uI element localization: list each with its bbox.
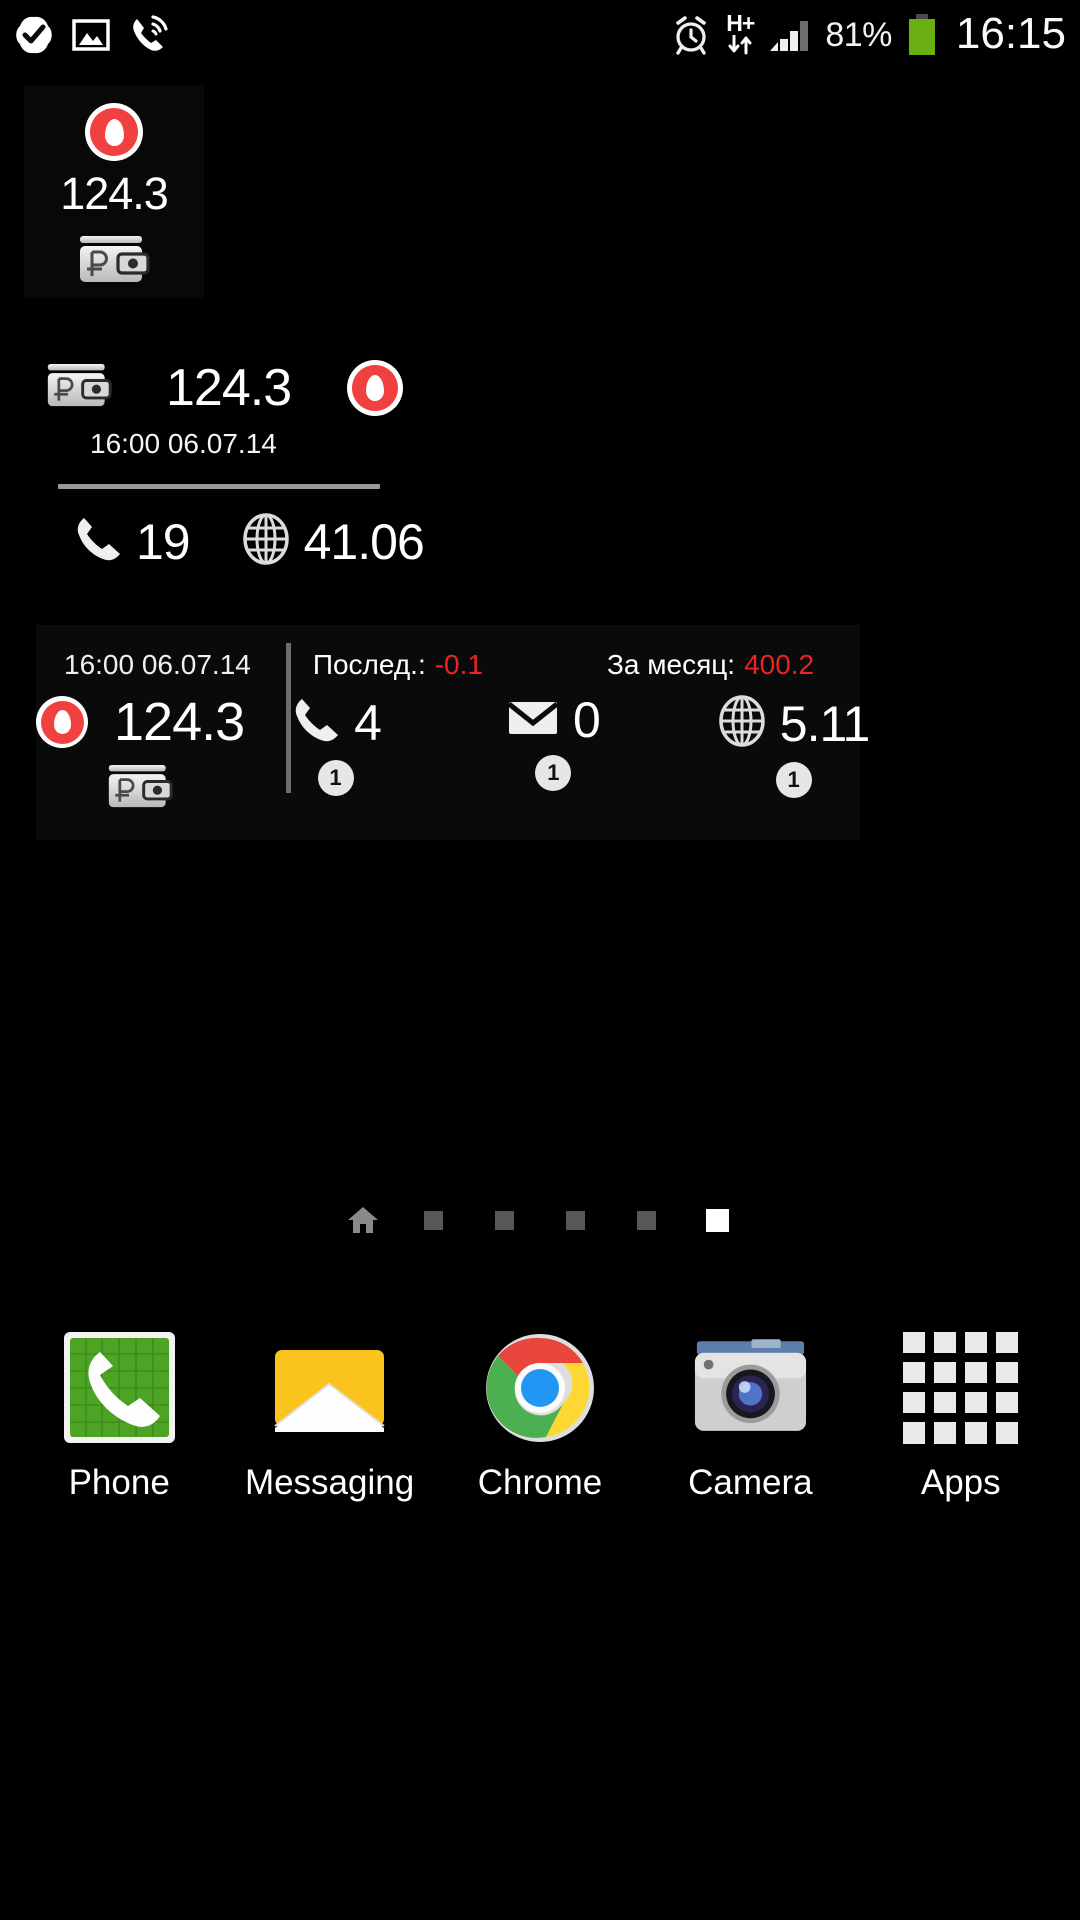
balance-timestamp: 16:00 06.07.14 [90, 428, 480, 460]
check-badge-icon [14, 15, 54, 55]
home-icon[interactable] [327, 1205, 398, 1235]
page-dot-1[interactable] [398, 1211, 469, 1230]
last-charge-label: Послед.: [313, 649, 426, 681]
ruble-wallet-icon [46, 362, 112, 415]
data-transfer-arrows-icon [725, 35, 755, 59]
dock-label-messaging: Messaging [245, 1463, 414, 1503]
mts-logo-icon [36, 696, 88, 748]
balance-widget-wide[interactable]: 16:00 06.07.14 Послед.: -0.1 За месяц: 4… [36, 625, 860, 840]
phone-handset-icon [290, 695, 340, 750]
stat-internet-value: 5.11 [780, 699, 870, 749]
phone-handset-icon [72, 514, 122, 569]
status-bar-system: H+ 81% [670, 12, 1066, 59]
month-total-label: За месяц: [607, 649, 735, 681]
network-type-label: H+ [726, 12, 754, 35]
envelope-icon [507, 698, 559, 743]
page-dot-5[interactable] [682, 1209, 753, 1232]
last-charge-group: Послед.: -0.1 [313, 649, 483, 681]
balance-block[interactable]: 124.3 [36, 695, 244, 816]
ruble-wallet-icon [78, 234, 150, 291]
messaging-app-icon [272, 1330, 387, 1445]
stat-calls-badge: 1 [318, 760, 354, 796]
ruble-wallet-icon [107, 763, 173, 816]
stat-calls-value: 4 [354, 698, 381, 748]
stat-sms-value: 0 [573, 695, 600, 745]
dock-item-phone[interactable]: Phone [24, 1330, 214, 1503]
dock: Phone Messaging [0, 1330, 1080, 1503]
status-bar[interactable]: H+ 81% [0, 0, 1080, 70]
globe-icon [242, 513, 290, 570]
balance-widget-medium[interactable]: 124.3 16:00 06.07.14 19 [0, 360, 480, 570]
page-dot-2[interactable] [469, 1211, 540, 1230]
usage-row: 19 41.06 [72, 513, 480, 570]
signal-bars-icon [768, 15, 812, 55]
globe-icon [718, 695, 766, 752]
mts-logo-icon [347, 360, 403, 416]
alarm-clock-icon [670, 14, 712, 56]
dock-label-phone: Phone [69, 1463, 170, 1503]
balance-widget-small[interactable]: 124.3 [24, 85, 204, 298]
balance-value: 124.3 [114, 695, 244, 749]
balance-value: 124.3 [166, 362, 291, 414]
dock-item-apps[interactable]: Apps [866, 1330, 1056, 1503]
stat-sms[interactable]: 0 1 [507, 695, 600, 791]
stat-internet[interactable]: 5.11 1 [718, 695, 870, 798]
phone-ringing-icon [128, 14, 170, 56]
mts-logo-icon [85, 103, 143, 161]
widget-wide-timestamp: 16:00 06.07.14 [64, 649, 251, 681]
divider [58, 484, 380, 489]
chrome-app-icon [482, 1330, 597, 1445]
dock-item-camera[interactable]: Camera [655, 1330, 845, 1503]
dock-item-chrome[interactable]: Chrome [445, 1330, 635, 1503]
balance-row: 124.3 [0, 360, 480, 416]
battery-percent-label: 81% [825, 18, 892, 52]
status-bar-notifications [14, 14, 170, 56]
month-total-value: 400.2 [744, 649, 814, 681]
gallery-image-icon [72, 16, 110, 54]
battery-icon [905, 13, 939, 57]
dock-item-messaging[interactable]: Messaging [235, 1330, 425, 1503]
internet-value: 41.06 [304, 517, 424, 567]
last-charge-value: -0.1 [435, 649, 483, 681]
calls-value: 19 [136, 517, 190, 567]
dock-label-camera: Camera [688, 1463, 812, 1503]
apps-drawer-icon [903, 1330, 1018, 1445]
stat-calls[interactable]: 4 1 [290, 695, 381, 796]
phone-app-icon [62, 1330, 177, 1445]
widget-wide-header: 16:00 06.07.14 Послед.: -0.1 За месяц: 4… [36, 625, 860, 695]
balance-value: 124.3 [60, 171, 168, 216]
widget-wide-body: 124.3 [36, 695, 860, 816]
dock-label-chrome: Chrome [478, 1463, 602, 1503]
network-type-indicator: H+ [725, 12, 755, 59]
dock-label-apps: Apps [921, 1463, 1001, 1503]
camera-app-icon [693, 1330, 808, 1445]
vertical-divider [286, 643, 291, 793]
home-screen: H+ 81% [0, 0, 1080, 1920]
status-bar-clock: 16:15 [956, 12, 1066, 59]
stat-sms-badge: 1 [535, 755, 571, 791]
page-indicator[interactable] [0, 1205, 1080, 1235]
month-total-group: За месяц: 400.2 [607, 649, 814, 681]
page-dot-3[interactable] [540, 1211, 611, 1230]
page-dot-4[interactable] [611, 1211, 682, 1230]
usage-stats: 4 1 0 1 [244, 695, 869, 798]
stat-internet-badge: 1 [776, 762, 812, 798]
